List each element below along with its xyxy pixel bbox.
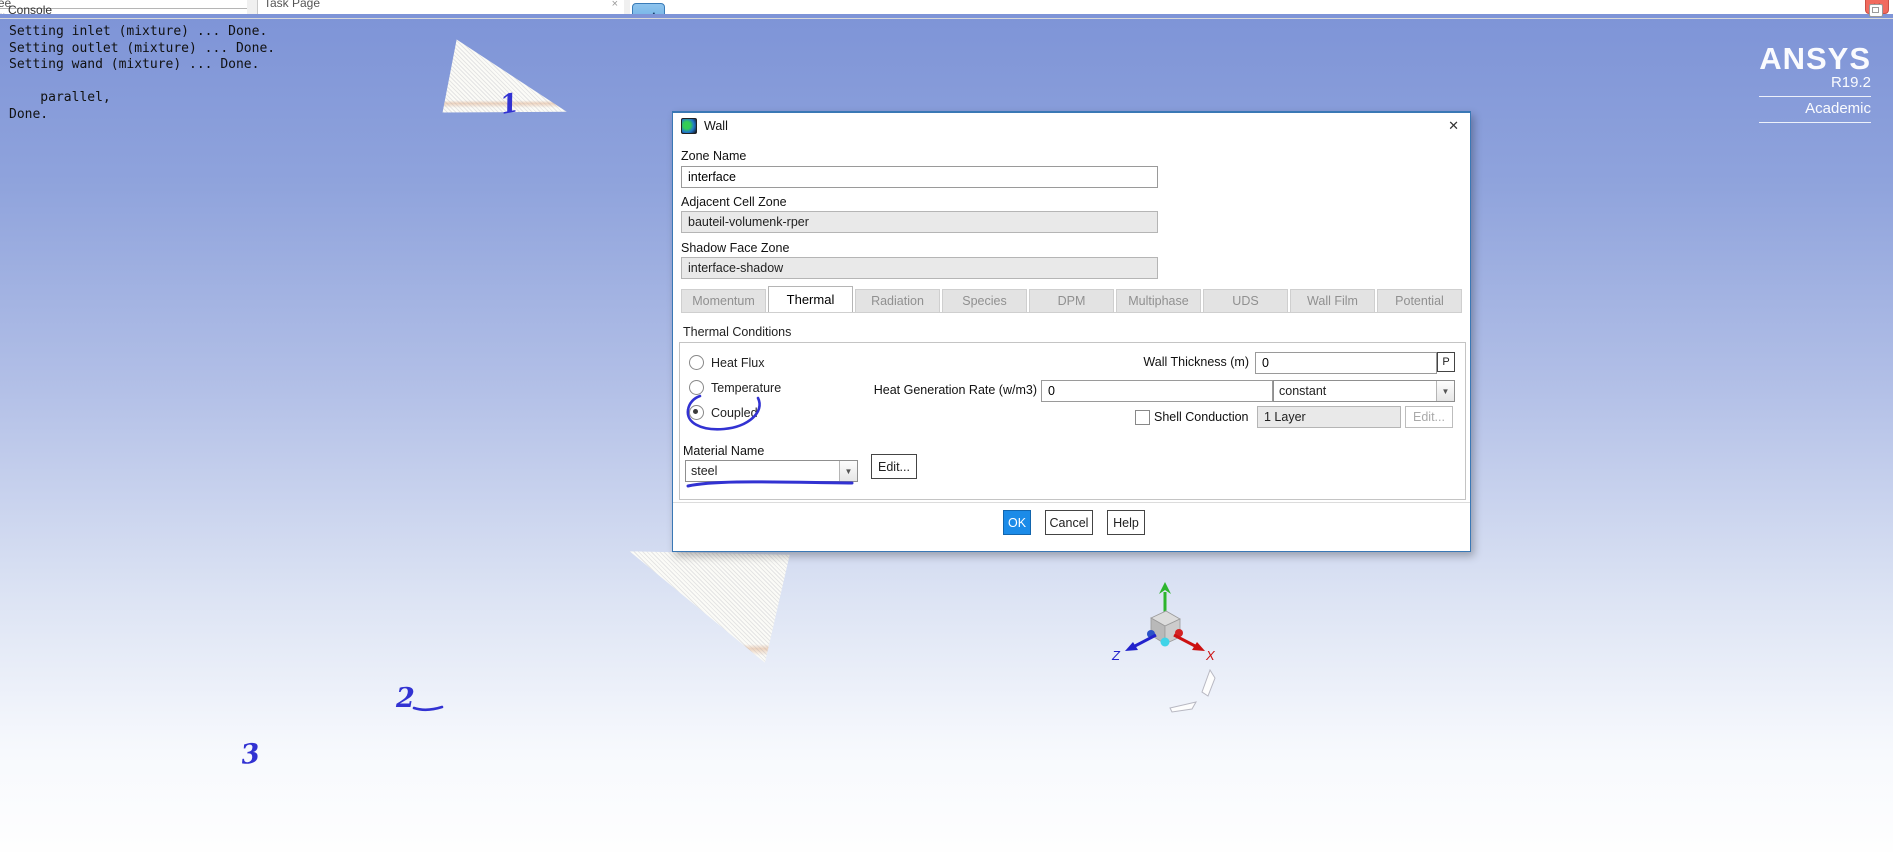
dialog-tab[interactable]: Species (942, 289, 1027, 312)
shell-layers-field (1257, 406, 1401, 428)
chevron-down-icon: ▼ (839, 461, 857, 481)
fluent-window: Tree ▾ Setup General ▸ Mo (0, 0, 1893, 852)
dialog-tab[interactable]: Thermal (768, 286, 853, 312)
shadow-face-zone-label: Shadow Face Zone (681, 241, 790, 255)
dialog-tab[interactable]: Radiation (855, 289, 940, 312)
wall-dialog-titlebar[interactable]: Wall ✕ (673, 113, 1470, 139)
wall-dialog: Wall ✕ Zone Name Adjacent Cell Zone Shad… (672, 111, 1471, 552)
console-line: parallel, (9, 90, 111, 105)
task-page-close-icon[interactable]: × (612, 0, 618, 10)
console-title: Console (8, 3, 53, 17)
dialog-tab[interactable]: Wall Film (1290, 289, 1375, 312)
radio-label: Heat Flux (711, 355, 765, 370)
wall-thickness-field[interactable] (1255, 352, 1437, 374)
fluent-logo-icon (681, 118, 697, 134)
chevron-down-icon: ▼ (1436, 381, 1454, 401)
task-page-title: Task Page (264, 0, 321, 10)
shell-conduction-checkbox[interactable] (1135, 410, 1150, 425)
heat-generation-method-dropdown[interactable]: constant ▼ (1273, 380, 1455, 402)
console-line: Setting outlet (mixture) ... Done. (9, 40, 276, 56)
radio-icon (689, 380, 704, 395)
cancel-button[interactable]: Cancel (1045, 510, 1093, 535)
dialog-tab[interactable]: DPM (1029, 289, 1114, 312)
console-popout-icon[interactable] (1869, 4, 1883, 17)
dialog-tab[interactable]: Multiphase (1116, 289, 1201, 312)
ok-button[interactable]: OK (1003, 510, 1031, 535)
shell-edit-button: Edit... (1405, 406, 1453, 428)
heat-generation-rate-field[interactable] (1041, 380, 1273, 402)
console-line: Setting inlet (mixture) ... Done. (9, 24, 268, 39)
console-line: Setting wand (mixture) ... Done. (9, 57, 260, 72)
thermal-condition-radio[interactable]: Heat Flux (689, 355, 781, 370)
wall-thickness-label: Wall Thickness (m) (1143, 355, 1249, 369)
radio-label: Coupled (711, 405, 758, 420)
material-name-label: Material Name (683, 444, 765, 458)
adjacent-cell-zone-label: Adjacent Cell Zone (681, 195, 787, 209)
wall-dialog-tabs: Momentum Thermal Radiation Species DPM Multip… (681, 286, 1462, 312)
thermal-conditions-label: Thermal Conditions (683, 325, 792, 339)
material-name-dropdown[interactable]: steel ▼ (685, 460, 858, 482)
zone-name-field[interactable] (681, 166, 1158, 188)
radio-icon (689, 355, 704, 370)
dialog-tab[interactable]: UDS (1203, 289, 1288, 312)
shadow-face-zone-field (681, 257, 1158, 279)
dialog-tab[interactable]: Momentum (681, 289, 766, 312)
thermal-condition-radio[interactable]: Coupled (689, 405, 781, 420)
radio-icon (689, 405, 704, 420)
material-edit-button[interactable]: Edit... (871, 454, 917, 479)
adjacent-cell-zone-field (681, 211, 1158, 233)
heat-generation-rate-label: Heat Generation Rate (w/m3) (873, 383, 1037, 397)
wall-dialog-title: Wall (704, 119, 728, 133)
zone-name-label: Zone Name (681, 149, 747, 163)
shell-conduction-label: Shell Conduction (1154, 410, 1249, 424)
help-button[interactable]: Help (1107, 510, 1145, 535)
wall-dialog-close-icon[interactable]: ✕ (1445, 118, 1462, 134)
dialog-tab[interactable]: Potential (1377, 289, 1462, 312)
parameter-p-button[interactable]: P (1437, 352, 1455, 372)
